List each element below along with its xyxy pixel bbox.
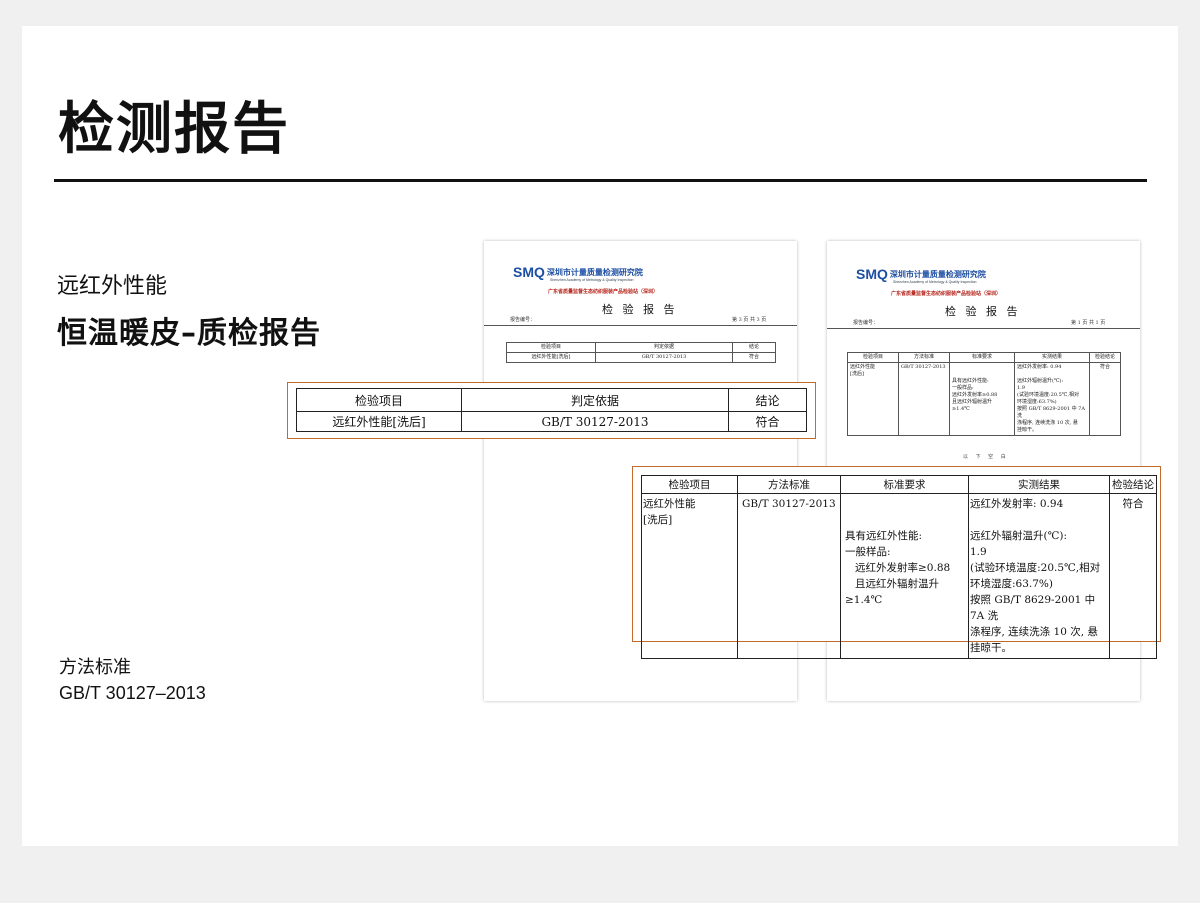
logo-mark: SMQ xyxy=(513,264,545,280)
col-header-item: 检验项目 xyxy=(641,475,738,494)
col-header-conclusion: 检验结论 xyxy=(1109,475,1157,494)
result-line: 远红外发射率: 0.94 xyxy=(970,498,1064,510)
col-header-conclusion: 结论 xyxy=(728,388,807,412)
cell-requirement: 具有远红外性能: 一般样品: 远红外发射率≥0.88 且远红外辐射温升 ≥1.4… xyxy=(840,493,969,659)
mini-col-header: 检验项目 xyxy=(506,342,596,353)
mini-col-header: 结论 xyxy=(732,342,776,353)
summary-table: 检验项目 判定依据 结论 远红外性能[洗后] GB/T 30127-2013 符… xyxy=(296,388,807,432)
requirement-line: 一般样品: xyxy=(845,546,891,558)
page-number: 第 1 页 共 1 页 xyxy=(1071,320,1106,326)
header-rule xyxy=(484,325,797,326)
institute-name-en: Shenzhen Academy of Metrology & Quality … xyxy=(550,278,634,282)
mini-cell: GB/T 30127-2013 xyxy=(595,352,733,363)
result-line: 环境湿度:63.7%) xyxy=(970,578,1053,590)
mini-cell-item: 远红外性能 [洗后] xyxy=(847,362,899,436)
mini-col-header: 判定依据 xyxy=(595,342,733,353)
mini-cell: 远红外性能[洗后] xyxy=(506,352,596,363)
report-title: 检 验 报 告 xyxy=(602,303,678,316)
institute-name-en: Shenzhen Academy of Metrology & Quality … xyxy=(893,280,977,284)
col-header-item: 检验项目 xyxy=(296,388,462,412)
callout-summary: 检验项目 判定依据 结论 远红外性能[洗后] GB/T 30127-2013 符… xyxy=(287,382,816,439)
mini-col-header: 检验项目 xyxy=(847,352,899,363)
page-number: 第 3 页 共 3 页 xyxy=(732,317,767,323)
page-title: 检测报告 xyxy=(58,97,290,162)
method-standard-label: 方法标准 xyxy=(59,657,131,678)
institute-name: 深圳市计量质量检测研究院 xyxy=(889,270,986,279)
detail-table: 检验项目 方法标准 标准要求 实测结果 检验结论 远红外性能 [洗后] GB/T… xyxy=(641,475,1157,659)
result-line: 按照 GB/T 8629-2001 中 7A 洗 xyxy=(970,594,1096,622)
result-line: 远红外辐射温升(℃): xyxy=(970,530,1067,542)
cell-conclusion: 符合 xyxy=(728,411,807,432)
col-header-result: 实测结果 xyxy=(968,475,1110,494)
callout-detail: 检验项目 方法标准 标准要求 实测结果 检验结论 远红外性能 [洗后] GB/T… xyxy=(632,466,1161,659)
method-standard-value: GB/T 30127–2013 xyxy=(59,683,206,703)
cell-result: 远红外发射率: 0.94 远红外辐射温升(℃): 1.9 (试验环境温度:20.… xyxy=(968,493,1110,659)
col-header-method: 方法标准 xyxy=(737,475,841,494)
mini-col-header: 方法标准 xyxy=(898,352,950,363)
result-line: 挂晾干。 xyxy=(970,642,1012,654)
requirement-line: ≥1.4℃ xyxy=(845,594,883,606)
requirement-line: 具有远红外性能: xyxy=(845,530,923,542)
test-category: 远红外性能 xyxy=(57,274,168,299)
end-mark: 以 下 空 白 xyxy=(963,454,1009,460)
report-number-label: 报告编号： xyxy=(853,320,879,326)
mini-result-table: 检验项目 判定依据 结论 远红外性能[洗后] GB/T 30127-2013 符… xyxy=(506,342,776,363)
mini-cell-requirement: 具有远红外性能: 一般样品: 远红外发射率≥0.88 且远红外辐射温升 ≥1.4℃ xyxy=(949,362,1015,436)
requirement-line: 且远红外辐射温升 xyxy=(855,578,939,590)
result-line: (试验环境温度:20.5℃,相对 xyxy=(970,562,1101,574)
result-line: 1.9 xyxy=(970,546,987,558)
header-rule xyxy=(827,328,1140,329)
result-line: 涤程序, 连续洗涤 10 次, 悬 xyxy=(970,626,1098,638)
cell-item: 远红外性能 [洗后] xyxy=(641,493,738,659)
cell-method: GB/T 30127-2013 xyxy=(737,493,841,659)
item-line: [洗后] xyxy=(643,514,673,526)
col-header-requirement: 标准要求 xyxy=(840,475,969,494)
certification-line: 广东省质量监督生态纺织服装产品检验站（深圳） xyxy=(891,291,1002,297)
mini-col-header: 标准要求 xyxy=(949,352,1015,363)
cell-conclusion: 符合 xyxy=(1109,493,1157,659)
mini-cell-conclusion: 符合 xyxy=(1089,362,1121,436)
col-header-basis: 判定依据 xyxy=(461,388,729,412)
cell-item: 远红外性能[洗后] xyxy=(296,411,462,432)
title-divider xyxy=(54,179,1147,182)
mini-cell-result: 远红外发射率: 0.94 远红外辐射温升(℃): 1.9 (试验环境温度:20.5℃,… xyxy=(1014,362,1090,436)
mini-col-header: 检验结论 xyxy=(1089,352,1121,363)
report-number-label: 报告编号： xyxy=(510,317,536,323)
requirement-line: 远红外发射率≥0.88 xyxy=(855,562,951,574)
mini-col-header: 实测结果 xyxy=(1014,352,1090,363)
product-report-name: 恒温暖皮–质检报告 xyxy=(57,316,321,351)
mini-detail-table: 检验项目 方法标准 标准要求 实测结果 检验结论 远红外性能 [洗后] GB/T … xyxy=(847,352,1121,436)
report-title: 检 验 报 告 xyxy=(945,305,1021,318)
item-line: 远红外性能 xyxy=(643,498,696,510)
logo-mark: SMQ xyxy=(856,266,888,282)
cell-basis: GB/T 30127-2013 xyxy=(461,411,729,432)
mini-cell: 符合 xyxy=(732,352,776,363)
mini-cell-method: GB/T 30127-2013 xyxy=(898,362,950,436)
certification-line: 广东省质量监督生态纺织服装产品检验站（深圳） xyxy=(548,289,659,295)
institute-name: 深圳市计量质量检测研究院 xyxy=(546,268,643,277)
